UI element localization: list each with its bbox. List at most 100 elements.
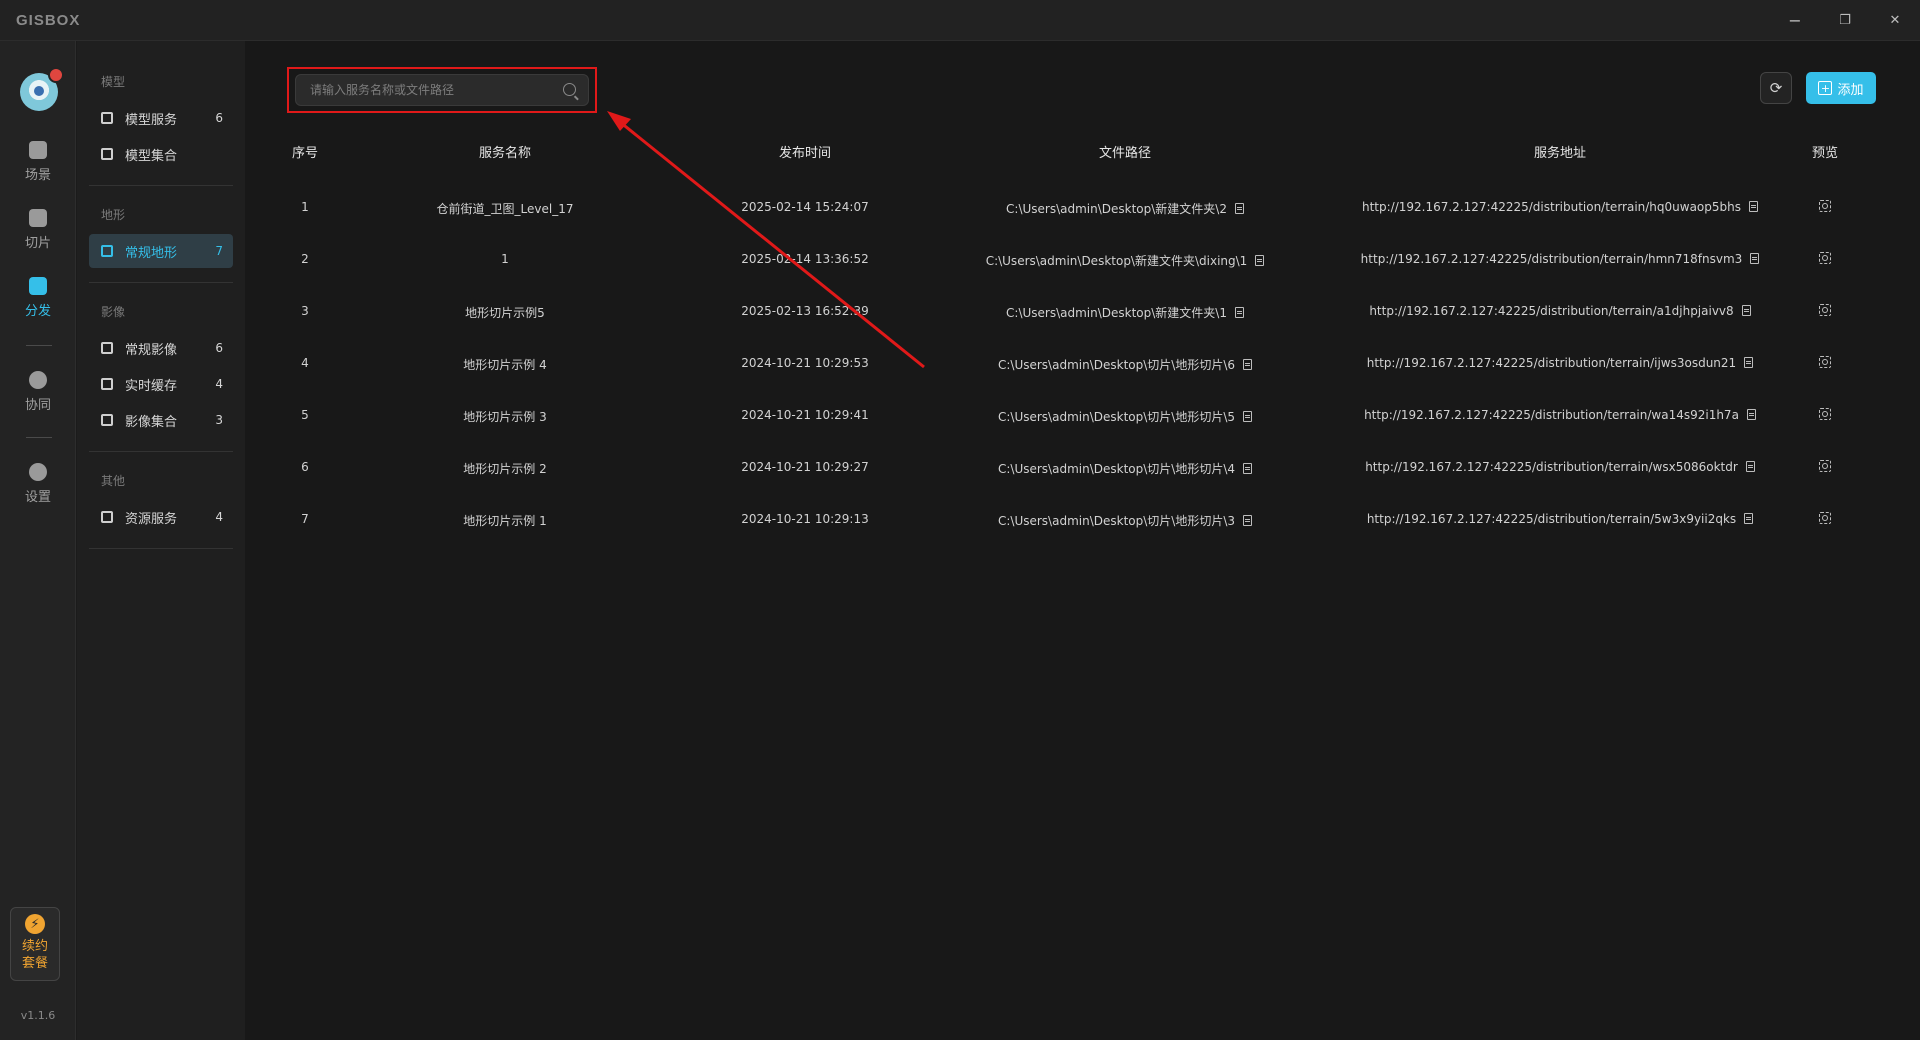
search-highlight-box [287,67,597,113]
column-header-path: 文件路径 [1098,146,1151,161]
restore-button[interactable]: ❐ [1830,8,1860,32]
cell-time: 2025-02-13 16:52:39 [741,304,869,318]
avatar[interactable] [20,67,64,111]
item-count: 6 [215,341,223,355]
sidebar-item-label: 常规影像 [125,342,178,358]
rail-item-settings[interactable]: 设置 [0,463,76,519]
renew-label-1: 续约 [21,939,48,954]
refresh-button[interactable]: ⟳ [1760,72,1792,104]
group-title-terrain: 地形 [101,208,126,222]
sidebar-item-model-collection[interactable]: 模型集合 [89,137,233,171]
renew-plan-button[interactable]: ⚡ 续约 套餐 [10,907,60,981]
url-text: http://192.167.2.127:42225/distribution/… [1366,512,1737,526]
search-field[interactable] [295,74,589,106]
sidebar-item-resource-service[interactable]: 资源服务 4 [89,500,233,534]
preview-icon[interactable] [1819,408,1831,420]
cell-name: 地形切片示例 2 [463,462,547,476]
add-button[interactable]: + 添加 [1806,72,1876,104]
search-input[interactable] [296,75,556,105]
copy-icon[interactable] [1243,463,1252,474]
cell-path: C:\Users\admin\Desktop\新建文件夹\1 [915,304,1335,321]
copy-icon[interactable] [1243,411,1252,422]
sidebar-item-realtime-cache[interactable]: 实时缓存 4 [89,367,233,401]
rail-item-label: 协同 [24,398,51,413]
sidebar-item-label: 模型服务 [125,112,178,128]
rail-item-scene[interactable]: 场景 [0,141,76,197]
copy-icon[interactable] [1750,253,1760,264]
url-text: http://192.167.2.127:42225/distribution/… [1366,356,1737,370]
rail-item-slice[interactable]: 切片 [0,209,76,265]
notification-badge [48,67,64,83]
close-button[interactable]: ✕ [1880,8,1910,32]
copy-icon[interactable] [1243,515,1252,526]
image-icon [101,342,113,354]
preview-icon[interactable] [1819,460,1831,472]
copy-icon[interactable] [1243,359,1252,370]
path-text: C:\Users\admin\Desktop\切片\地形切片\3 [997,514,1235,528]
preview-icon[interactable] [1819,512,1831,524]
search-icon[interactable] [563,83,576,96]
cell-preview [1785,460,1865,475]
terrain-icon [101,245,113,257]
preview-icon[interactable] [1819,304,1831,316]
copy-icon[interactable] [1255,255,1265,266]
sidebar-item-label: 模型集合 [125,148,178,164]
rail-item-collab[interactable]: 协同 [0,371,76,427]
table-row: 2 1 2025-02-14 13:36:52 C:\Users\admin\Desk… [245,252,1920,272]
cell-preview [1785,512,1865,527]
rail-item-label: 场景 [24,168,51,183]
rail-item-distribute[interactable]: 分发 [0,277,76,333]
cell-name: 地形切片示例 1 [463,514,547,528]
column-header-name: 服务名称 [478,146,531,161]
preview-icon[interactable] [1819,200,1831,212]
cell-url: http://192.167.2.127:42225/distribution/… [1340,200,1780,214]
copy-icon[interactable] [1741,305,1751,316]
sidebar-divider [89,451,233,452]
url-text: http://192.167.2.127:42225/distribution/… [1361,200,1742,214]
preview-icon[interactable] [1819,252,1831,264]
preview-icon[interactable] [1819,356,1831,368]
group-title-other: 其他 [101,474,126,488]
path-text: C:\Users\admin\Desktop\切片\地形切片\6 [997,358,1235,372]
image-icon [101,414,113,426]
rail-item-label: 设置 [24,490,51,505]
user-icon [34,86,44,96]
copy-icon[interactable] [1749,201,1759,212]
cell-name: 仓前街道_卫图_Level_17 [436,202,574,216]
gear-icon [29,463,47,481]
resource-icon [101,511,113,523]
nav-rail: 场景 切片 分发 协同 设置 ⚡ 续约 套餐 v1.1.6 [0,41,76,1040]
column-header-url: 服务地址 [1533,146,1586,161]
cell-url: http://192.167.2.127:42225/distribution/… [1340,356,1780,370]
minimize-button[interactable]: − [1780,8,1810,32]
cell-url: http://192.167.2.127:42225/distribution/… [1340,512,1780,526]
cell-name: 1 [501,252,509,266]
item-count: 4 [215,377,223,391]
table-header: 序号 服务名称 发布时间 文件路径 服务地址 预览 [245,142,1920,162]
copy-icon[interactable] [1744,357,1754,368]
sidebar-item-imagery[interactable]: 常规影像 6 [89,331,233,365]
cell-preview [1785,200,1865,215]
copy-icon[interactable] [1746,409,1756,420]
url-text: http://192.167.2.127:42225/distribution/… [1365,460,1738,474]
cell-index: 4 [301,356,309,370]
app-logo: GISBOX [16,12,81,29]
add-button-label: 添加 [1837,82,1864,98]
annotation-arrow [607,111,925,369]
path-text: C:\Users\admin\Desktop\新建文件夹\1 [1006,306,1227,320]
sidebar-item-model-service[interactable]: 模型服务 6 [89,101,233,135]
cell-url: http://192.167.2.127:42225/distribution/… [1340,460,1780,474]
cell-preview [1785,408,1865,423]
copy-icon[interactable] [1744,513,1754,524]
copy-icon[interactable] [1745,461,1755,472]
column-header-preview: 预览 [1811,146,1838,161]
cell-url: http://192.167.2.127:42225/distribution/… [1340,304,1780,318]
sidebar-item-terrain[interactable]: 常规地形 7 [89,234,233,268]
rail-item-label: 分发 [24,304,51,319]
table-row: 1 仓前街道_卫图_Level_17 2025-02-14 15:24:07 C:\U… [245,200,1920,220]
add-icon: + [1818,81,1833,95]
sidebar-item-imagery-collection[interactable]: 影像集合 3 [89,403,233,437]
copy-icon[interactable] [1234,203,1244,214]
cell-path: C:\Users\admin\Desktop\切片\地形切片\6 [915,356,1335,373]
copy-icon[interactable] [1234,307,1244,318]
